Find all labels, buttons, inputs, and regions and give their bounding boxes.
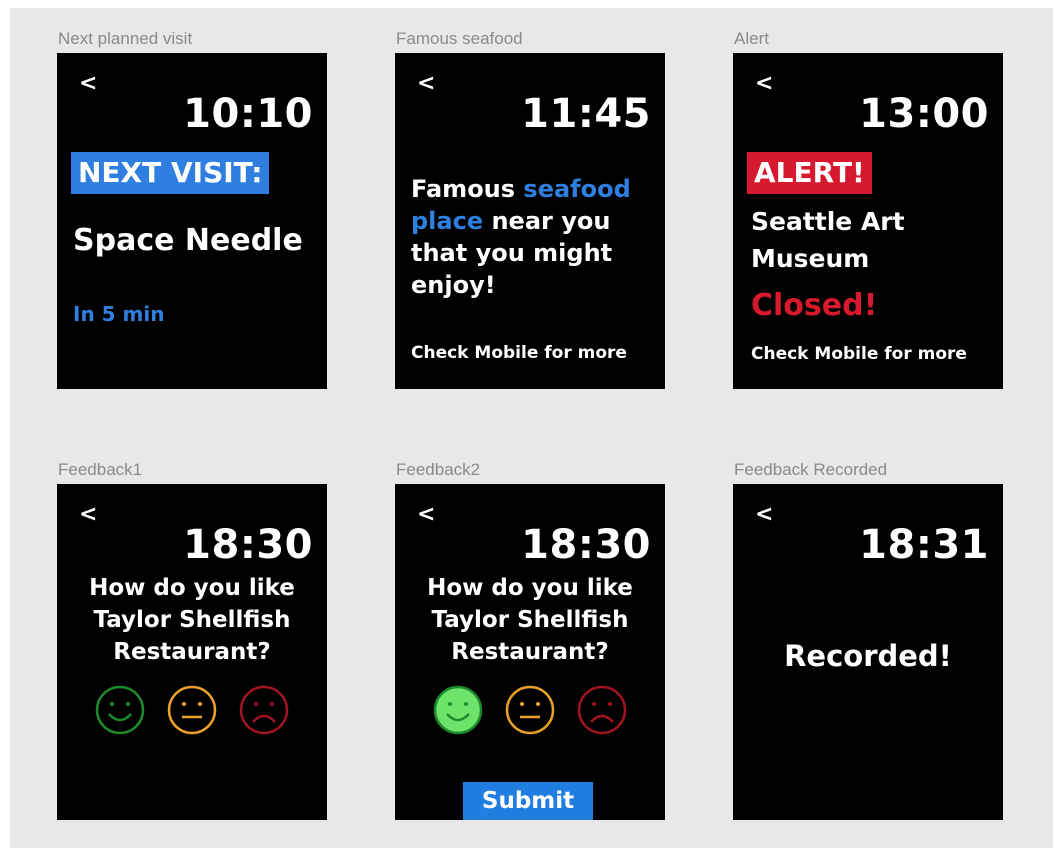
happy-face-icon[interactable] — [432, 684, 484, 736]
back-button[interactable]: < — [755, 71, 773, 96]
back-button[interactable]: < — [755, 502, 773, 527]
sad-face-icon[interactable] — [576, 684, 628, 736]
recommendation-text: Famous seafood place near you that you m… — [411, 173, 631, 301]
clock-time: 18:31 — [859, 522, 989, 568]
accent-keyword: place — [411, 207, 484, 235]
text-segment: near you — [483, 207, 611, 235]
question-line: How do you like — [89, 575, 295, 601]
artboard-label-recorded: Feedback Recorded — [734, 460, 888, 479]
watch-screen-next-visit: < 10:10 NEXT VISIT: Space Needle In 5 mi… — [57, 53, 327, 389]
feedback-question: How do you like Taylor Shellfish Restaur… — [57, 572, 327, 668]
watch-screen-alert: < 13:00 ALERT! Seattle Art Museum Closed… — [733, 53, 1003, 389]
artboard-label-feedback2: Feedback2 — [396, 460, 481, 479]
check-mobile-link[interactable]: Check Mobile for more — [751, 344, 967, 364]
watch-screen-feedback1: < 18:30 How do you like Taylor Shellfish… — [57, 484, 327, 820]
question-line: Taylor Shellfish — [431, 607, 629, 633]
alert-badge: ALERT! — [747, 152, 872, 194]
question-line: How do you like — [427, 575, 633, 601]
question-line: Taylor Shellfish — [93, 607, 291, 633]
recorded-message: Recorded! — [784, 639, 952, 673]
text-segment: Famous — [411, 175, 524, 203]
clock-time: 10:10 — [183, 91, 313, 137]
happy-face-icon[interactable] — [94, 684, 146, 736]
next-visit-badge: NEXT VISIT: — [71, 152, 270, 194]
neutral-face-icon[interactable] — [504, 684, 556, 736]
back-button[interactable]: < — [417, 71, 435, 96]
check-mobile-link[interactable]: Check Mobile for more — [411, 343, 627, 363]
text-line: enjoy! — [411, 271, 496, 299]
rating-faces — [57, 684, 327, 736]
watch-screen-feedback2: < 18:30 How do you like Taylor Shellfish… — [395, 484, 665, 820]
artboard-label-seafood: Famous seafood — [396, 29, 523, 48]
watch-screen-seafood: < 11:45 Famous seafood place near you th… — [395, 53, 665, 389]
clock-time: 18:30 — [183, 522, 313, 568]
accent-keyword: seafood — [523, 175, 631, 203]
place-line: Seattle Art — [751, 207, 905, 236]
neutral-face-icon[interactable] — [166, 684, 218, 736]
back-button[interactable]: < — [417, 502, 435, 527]
sad-face-icon[interactable] — [238, 684, 290, 736]
artboard-label-feedback1: Feedback1 — [58, 460, 143, 479]
question-line: Restaurant? — [451, 639, 609, 665]
submit-button[interactable]: Submit — [463, 782, 593, 820]
closed-status: Closed! — [751, 288, 878, 323]
clock-time: 18:30 — [521, 522, 651, 568]
eta-text: In 5 min — [73, 302, 165, 326]
back-button[interactable]: < — [79, 71, 97, 96]
clock-time: 11:45 — [521, 91, 651, 137]
place-name: Seattle Art Museum — [751, 203, 905, 277]
watch-screen-recorded: < 18:31 Recorded! — [733, 484, 1003, 820]
back-button[interactable]: < — [79, 502, 97, 527]
place-name: Space Needle — [73, 223, 303, 258]
question-line: Restaurant? — [113, 639, 271, 665]
artboard-label-alert: Alert — [734, 29, 769, 48]
rating-faces — [395, 684, 665, 736]
feedback-question: How do you like Taylor Shellfish Restaur… — [395, 572, 665, 668]
artboard-label-next-visit: Next planned visit — [58, 29, 193, 48]
place-line: Museum — [751, 244, 870, 273]
clock-time: 13:00 — [859, 91, 989, 137]
text-line: that you might — [411, 239, 613, 267]
